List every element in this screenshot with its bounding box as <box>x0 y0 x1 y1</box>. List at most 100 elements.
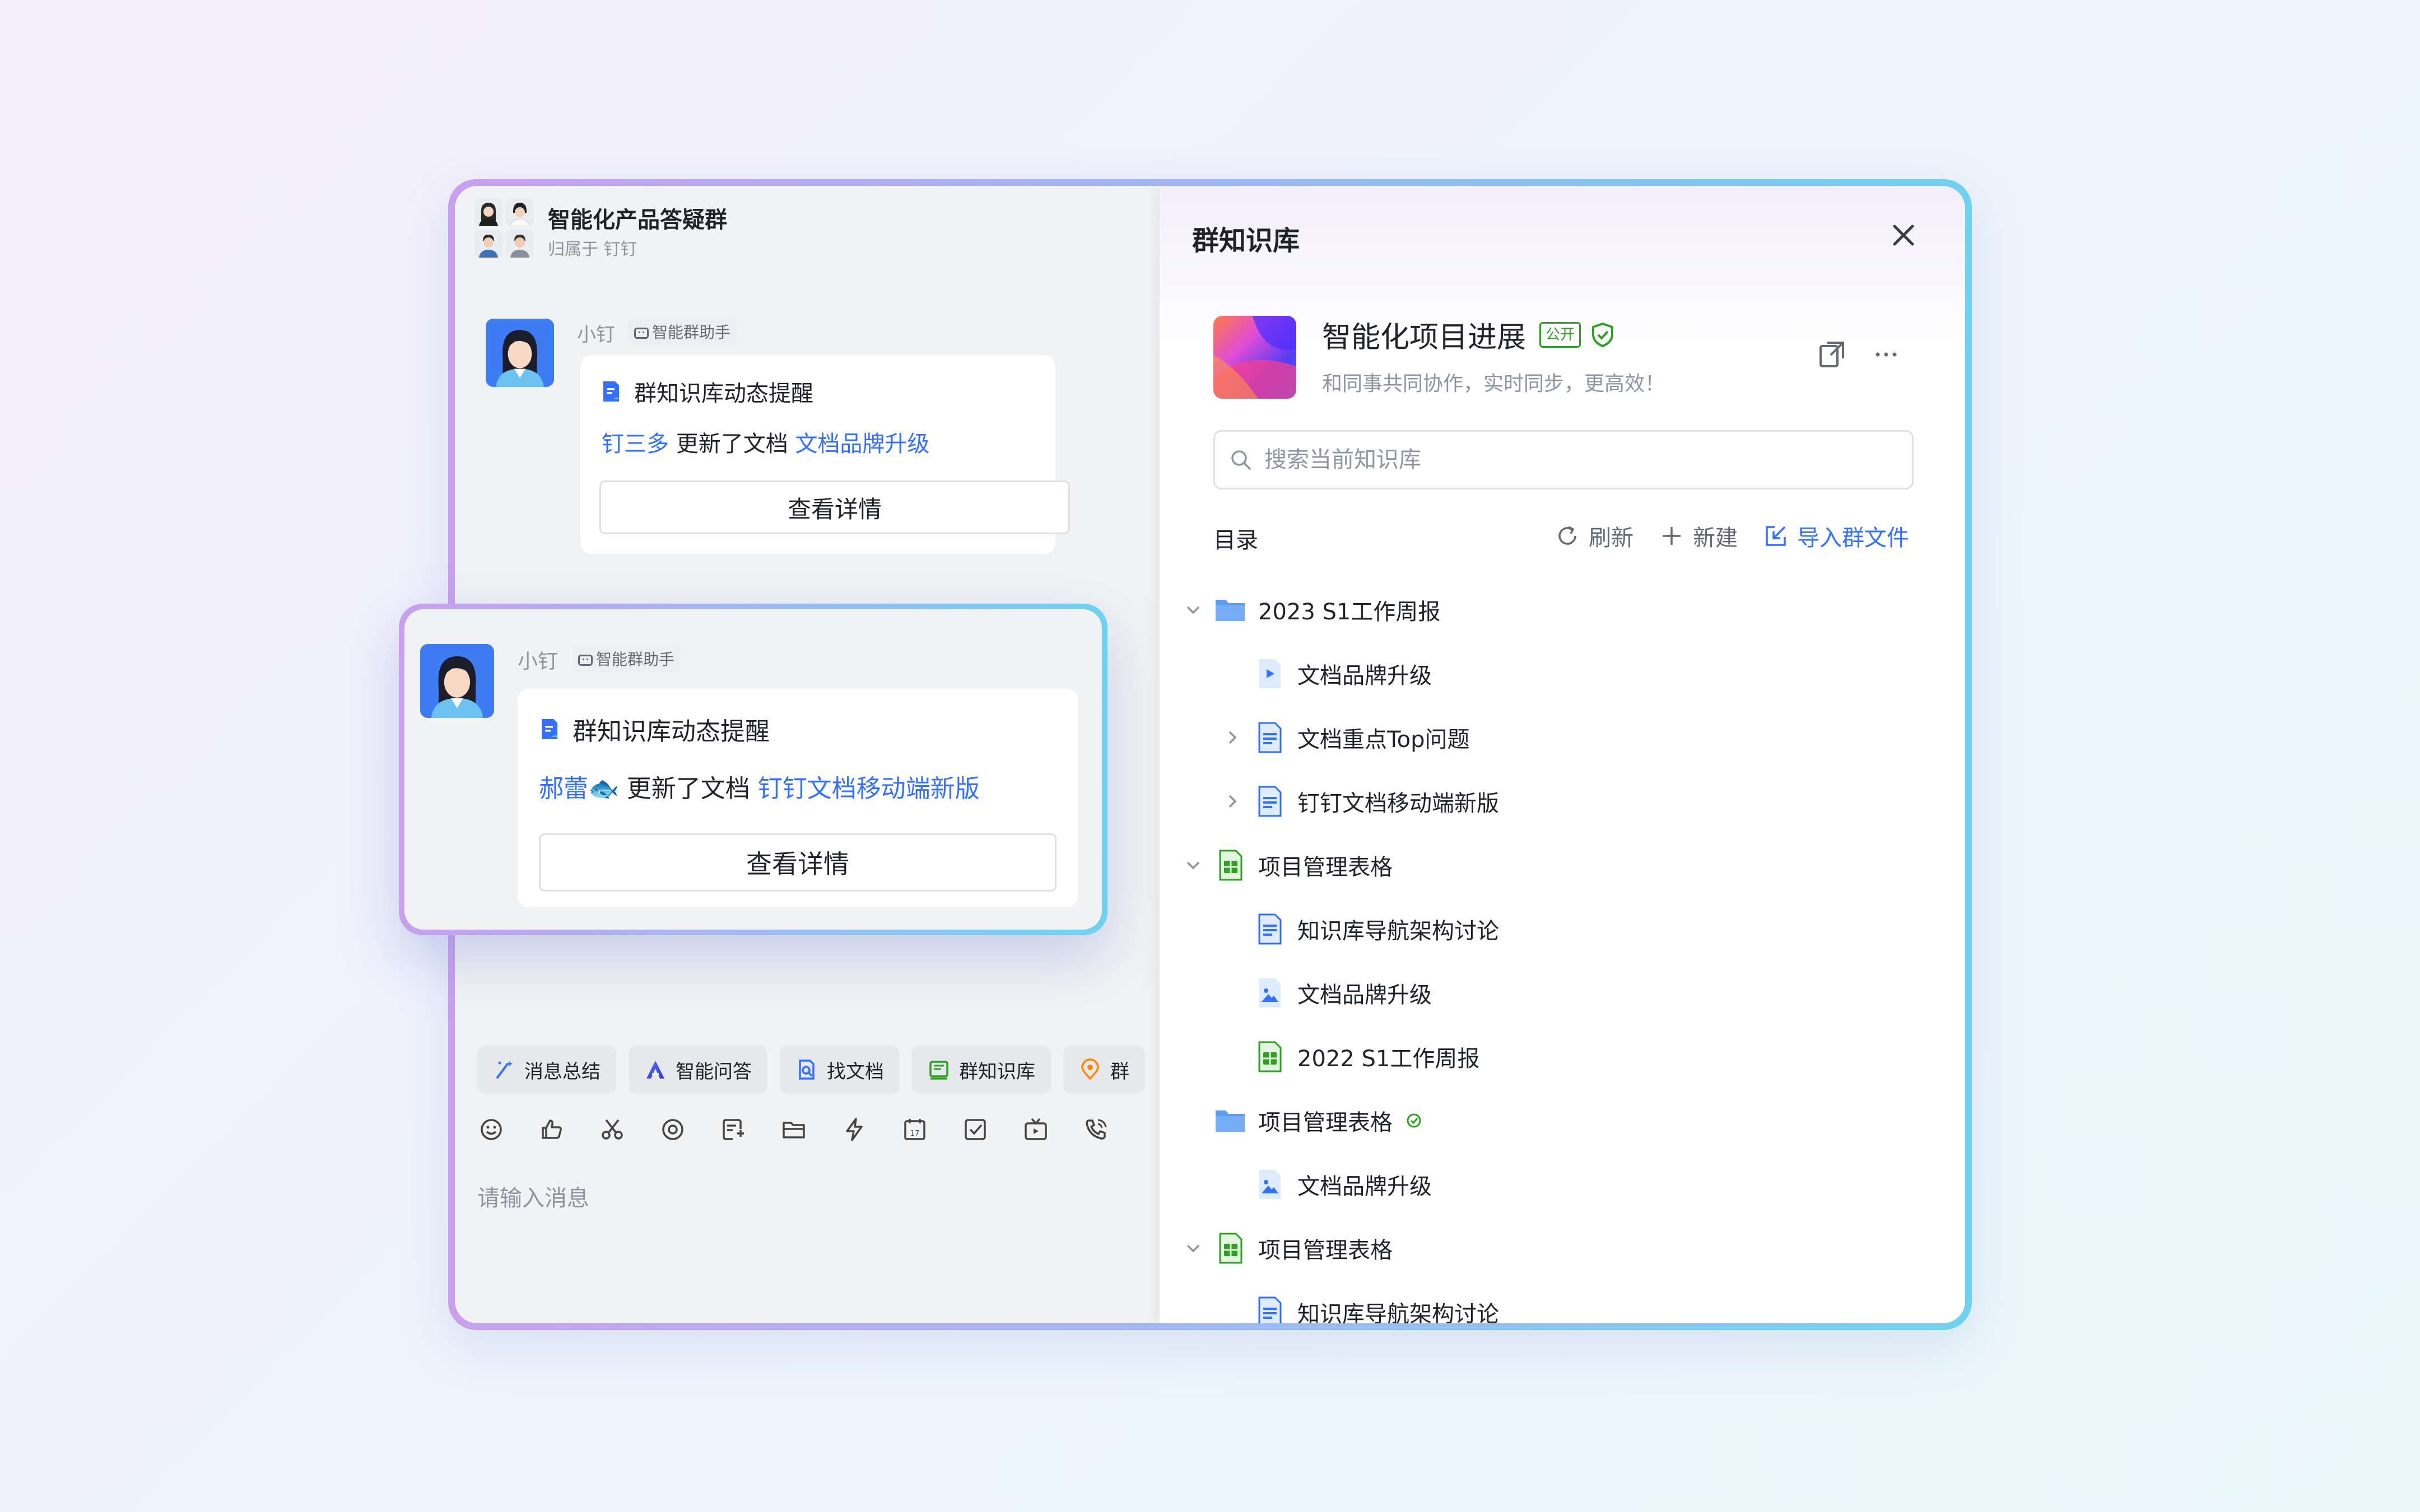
group-title[interactable]: 智能化产品答疑群 <box>548 202 727 234</box>
doc-file-icon <box>1258 786 1282 817</box>
chevron-down-icon[interactable] <box>1181 853 1206 878</box>
tree-item-image[interactable]: 文档品牌升级 <box>1160 1152 1965 1216</box>
tree-item-label-text: 项目管理表格 <box>1258 1110 1393 1136</box>
chip-ai-qa[interactable]: 智能问答 <box>629 1046 767 1094</box>
chip-group-kb[interactable]: 群知识库 <box>912 1046 1051 1094</box>
phone-call-icon[interactable] <box>1082 1116 1110 1144</box>
chip-label: 智能问答 <box>676 1060 752 1083</box>
close-icon[interactable] <box>1887 218 1920 252</box>
kb-name: 智能化项目进展 公开 <box>1322 314 1617 356</box>
chip-label: 找文档 <box>827 1060 884 1083</box>
lightning-icon[interactable] <box>840 1116 868 1144</box>
highlighted-message: 小钉 智能群助手 群知识库动态提醒 郝蕾🐟 更新了文档 钉钉文档移动端新版 查看… <box>399 604 1107 935</box>
tree-item-label: 文档重点Top问题 <box>1297 727 1470 753</box>
group-avatar[interactable] <box>474 198 534 258</box>
sheet-file-icon <box>1219 850 1242 881</box>
new-button[interactable]: 新建 <box>1658 520 1738 552</box>
bot-avatar[interactable] <box>420 644 494 718</box>
update-line: 郝蕾🐟 更新了文档 钉钉文档移动端新版 <box>539 768 980 804</box>
tree-item-label: 项目管理表格 <box>1258 855 1393 880</box>
sender-name: 小钉 <box>518 650 559 673</box>
doc-icon <box>603 381 620 402</box>
import-icon <box>1766 526 1786 546</box>
quick-action-bar: 消息总结 智能问答 找文档 群知识库 群 <box>477 1046 1145 1094</box>
location-pin-icon <box>1081 1058 1099 1080</box>
emoji-icon[interactable] <box>477 1116 505 1144</box>
task-check-icon[interactable] <box>961 1116 989 1144</box>
live-tv-icon[interactable] <box>1022 1116 1050 1144</box>
chip-find-doc[interactable]: 找文档 <box>780 1046 900 1094</box>
folder-icon <box>1216 1110 1245 1132</box>
refresh-button[interactable]: 刷新 <box>1554 520 1634 552</box>
tree-item-label: 钉钉文档移动端新版 <box>1297 791 1499 816</box>
robot-icon <box>634 328 649 339</box>
tree-item-doc[interactable]: 知识库导航架构讨论 <box>1160 1280 1965 1323</box>
view-details-button[interactable]: 查看详情 <box>539 833 1057 892</box>
sheet-file-icon <box>1219 1233 1242 1264</box>
thumbs-up-icon[interactable] <box>538 1116 566 1144</box>
tree-item-folder[interactable]: 2023 S1工作周报 <box>1160 578 1965 642</box>
view-details-button[interactable]: 查看详情 <box>599 480 1070 534</box>
kb-description: 和同事共同协作，实时同步，更高效！ <box>1322 372 1665 395</box>
chevron-right-icon[interactable] <box>1220 789 1245 814</box>
bot-tag-label: 智能群助手 <box>652 323 731 342</box>
scissors-icon[interactable] <box>598 1116 626 1144</box>
tree-item-doc[interactable]: 知识库导航架构讨论 <box>1160 897 1965 961</box>
open-external-icon[interactable] <box>1816 338 1849 371</box>
tree-item-label: 2022 S1工作周报 <box>1297 1046 1480 1072</box>
import-group-files-button[interactable]: 导入群文件 <box>1762 520 1909 552</box>
bot-tag: 智能群助手 <box>629 318 738 345</box>
toc-label: 目录 <box>1213 528 1258 553</box>
tree-item-video[interactable]: 文档品牌升级 <box>1160 642 1965 706</box>
card-title-label: 群知识库动态提醒 <box>634 381 813 407</box>
target-icon[interactable] <box>659 1116 687 1144</box>
chevron-down-icon[interactable] <box>1181 598 1206 622</box>
tree-item-doc[interactable]: 文档重点Top问题 <box>1160 706 1965 769</box>
chevron-right-icon[interactable] <box>1220 725 1245 750</box>
tree-item-label: 项目管理表格 <box>1258 1238 1393 1263</box>
robot-icon <box>578 655 593 666</box>
user-link[interactable]: 郝蕾🐟 <box>539 774 619 803</box>
calendar-icon[interactable]: 17 <box>901 1116 929 1144</box>
svg-text:17: 17 <box>910 1130 920 1138</box>
member-avatar <box>506 230 534 258</box>
image-file-icon <box>1259 1170 1281 1199</box>
user-link[interactable]: 钉三多 <box>602 431 669 457</box>
more-icon[interactable] <box>1870 338 1902 371</box>
chip-summary[interactable]: 消息总结 <box>477 1046 616 1094</box>
search-input[interactable] <box>1263 446 1882 473</box>
book-icon <box>929 1061 948 1080</box>
tree-item-label: 项目管理表格 <box>1258 1104 1425 1137</box>
tree-item-sheet[interactable]: 项目管理表格 <box>1160 833 1965 897</box>
tree-item-folder[interactable]: 项目管理表格 <box>1160 1089 1965 1152</box>
folder-icon[interactable] <box>780 1116 808 1144</box>
tree-item-doc[interactable]: 钉钉文档移动端新版 <box>1160 769 1965 833</box>
group-subtitle: 归属于 钉钉 <box>548 240 637 259</box>
chip-label: 群知识库 <box>959 1060 1035 1083</box>
doc-icon <box>542 719 558 739</box>
refresh-label: 刷新 <box>1589 525 1634 551</box>
tree-item-sheet[interactable]: 项目管理表格 <box>1160 1216 1965 1280</box>
member-avatar <box>474 198 502 226</box>
chip-label: 消息总结 <box>524 1060 601 1083</box>
doc-link[interactable]: 文档品牌升级 <box>795 431 929 457</box>
doc-link[interactable]: 钉钉文档移动端新版 <box>758 774 980 803</box>
card-title: 群知识库动态提醒 <box>602 375 813 408</box>
chevron-down-icon[interactable] <box>1181 1236 1206 1261</box>
notification-card: 群知识库动态提醒 钉三多 更新了文档 文档品牌升级 查看详情 <box>580 355 1070 554</box>
kb-name-label: 智能化项目进展 <box>1322 321 1527 354</box>
tree-item-sheet[interactable]: 2022 S1工作周报 <box>1160 1025 1965 1089</box>
toc-actions: 刷新 新建 导入群文件 <box>1554 520 1909 552</box>
member-avatar <box>474 230 502 258</box>
chip-more[interactable]: 群 <box>1063 1046 1145 1094</box>
notification-card: 群知识库动态提醒 郝蕾🐟 更新了文档 钉钉文档移动端新版 查看详情 <box>518 689 1078 907</box>
kb-search[interactable] <box>1213 430 1914 489</box>
tree-item-image[interactable]: 文档品牌升级 <box>1160 961 1965 1025</box>
highlighted-message-inner: 小钉 智能群助手 群知识库动态提醒 郝蕾🐟 更新了文档 钉钉文档移动端新版 查看… <box>404 609 1102 930</box>
tree-item-label: 文档品牌升级 <box>1297 982 1432 1008</box>
import-label: 导入群文件 <box>1797 525 1909 551</box>
sender-name: 小钉 <box>577 324 615 346</box>
message-input[interactable]: 请输入消息 <box>477 1180 589 1212</box>
bot-avatar[interactable] <box>486 319 554 387</box>
quick-reply-icon[interactable] <box>719 1116 747 1144</box>
